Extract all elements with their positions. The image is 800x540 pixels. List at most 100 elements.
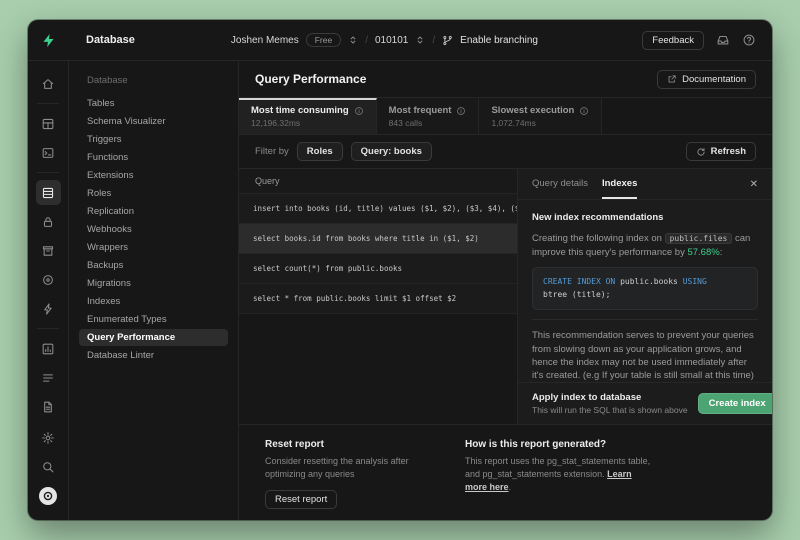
- org-selector-chevron-icon[interactable]: [348, 35, 358, 45]
- refresh-icon: [696, 147, 706, 157]
- sidebar-item-roles[interactable]: Roles: [79, 185, 228, 202]
- storage-icon[interactable]: [36, 238, 61, 263]
- sidebar-item-database-linter[interactable]: Database Linter: [79, 347, 228, 364]
- sidebar-item-wrappers[interactable]: Wrappers: [79, 239, 228, 256]
- rail-divider: [37, 103, 59, 104]
- filter-bar: Filter by Roles Query: books Refresh: [239, 135, 772, 169]
- profile-icon[interactable]: [36, 483, 61, 508]
- topbar-actions: Feedback: [642, 30, 772, 50]
- documentation-button[interactable]: Documentation: [657, 69, 756, 89]
- details-panel-body: New index recommendations Creating the f…: [518, 200, 772, 382]
- details-panel: Query details Indexes ✕ New index recommen…: [517, 169, 772, 424]
- realtime-icon[interactable]: [36, 296, 61, 321]
- feedback-button[interactable]: Feedback: [642, 30, 704, 50]
- app-title: Database: [86, 34, 135, 46]
- reports-icon[interactable]: [36, 336, 61, 361]
- sidebar-item-triggers[interactable]: Triggers: [79, 131, 228, 148]
- tab-label: Slowest execution: [491, 105, 575, 116]
- database-icon[interactable]: [35, 180, 61, 205]
- apply-index-text: Apply index to database This will run th…: [532, 392, 688, 415]
- query-row[interactable]: select books.id from books where title i…: [239, 224, 517, 254]
- settings-icon[interactable]: [36, 425, 61, 450]
- sidebar-item-extensions[interactable]: Extensions: [79, 167, 228, 184]
- help-icon[interactable]: [742, 33, 756, 47]
- sidebar-item-migrations[interactable]: Migrations: [79, 275, 228, 292]
- create-index-button[interactable]: Create index: [697, 393, 772, 414]
- inbox-icon[interactable]: [716, 33, 730, 47]
- performance-percent: 57.68%: [687, 246, 720, 258]
- report-footer: Reset report Consider resetting the anal…: [239, 425, 772, 520]
- query-rows: insert into books (id, title) values ($1…: [239, 194, 517, 314]
- close-panel-icon[interactable]: ✕: [750, 179, 758, 190]
- apply-index-subtitle: This will run the SQL that is shown abov…: [532, 405, 688, 415]
- info-icon: [354, 106, 364, 116]
- sidebar-item-replication[interactable]: Replication: [79, 203, 228, 220]
- table-name-chip: public.files: [664, 233, 733, 245]
- recommendation-title: New index recommendations: [532, 212, 664, 223]
- apply-index-footer: Apply index to database This will run th…: [518, 382, 772, 424]
- info-icon: [456, 106, 466, 116]
- edge-functions-icon[interactable]: [36, 267, 61, 292]
- sidebar-item-backups[interactable]: Backups: [79, 257, 228, 274]
- sidebar-item-indexes[interactable]: Indexes: [79, 293, 228, 310]
- reset-report-button[interactable]: Reset report: [265, 490, 338, 510]
- icon-rail-bottom: [36, 423, 61, 510]
- sidebar-item-enumerated-types[interactable]: Enumerated Types: [79, 311, 228, 328]
- search-icon[interactable]: [36, 454, 61, 479]
- window-body: Database Tables Schema Visualizer Triggers…: [28, 61, 772, 520]
- apply-index-title: Apply index to database: [532, 392, 642, 403]
- tab-slowest-execution[interactable]: Slowest execution 1,072.74ms: [479, 98, 603, 134]
- project-name[interactable]: 010101: [375, 35, 408, 46]
- tab-metric: 1,072.74ms: [491, 118, 536, 128]
- report-info-title: How is this report generated?: [465, 439, 607, 450]
- query-row[interactable]: select * from public.books limit $1 offs…: [239, 284, 517, 314]
- panel-divider: [532, 319, 758, 321]
- query-table-empty-space: [239, 314, 517, 424]
- info-icon: [579, 106, 589, 116]
- report-info-section: How is this report generated? This repor…: [465, 439, 655, 520]
- panel-tab-indexes[interactable]: Indexes: [601, 169, 638, 199]
- query-row[interactable]: insert into books (id, title) values ($1…: [239, 194, 517, 224]
- report-info-description: This report uses the pg_stat_statements …: [465, 455, 655, 494]
- reset-report-title: Reset report: [265, 439, 324, 450]
- roles-filter-button[interactable]: Roles: [296, 142, 343, 161]
- rail-divider: [37, 328, 59, 329]
- table-editor-icon[interactable]: [36, 111, 61, 136]
- plan-badge: Free: [305, 33, 342, 47]
- report-info-suffix: .: [508, 482, 512, 493]
- logs-icon[interactable]: [36, 365, 61, 390]
- report-tabs: Most time consuming 12,196.32ms Most frequ…: [239, 98, 772, 135]
- reset-report-description: Consider resetting the analysis after op…: [265, 456, 409, 480]
- panel-tab-query-details[interactable]: Query details: [532, 169, 588, 199]
- rail-divider: [37, 172, 59, 173]
- tab-metric: 12,196.32ms: [251, 118, 301, 128]
- recommendation-text-pre: Creating the following index on: [532, 233, 662, 245]
- org-name[interactable]: Joshen Memes: [231, 35, 299, 46]
- recommendation-text: Creating the following index on public.f…: [532, 232, 758, 259]
- tab-most-time-consuming[interactable]: Most time consuming 12,196.32ms: [239, 98, 377, 134]
- sidebar-heading: Database: [87, 75, 128, 86]
- auth-icon[interactable]: [36, 209, 61, 234]
- query-filter-button[interactable]: Query: books: [350, 142, 432, 161]
- details-panel-tabs: Query details Indexes ✕: [518, 169, 772, 200]
- api-docs-icon[interactable]: [36, 394, 61, 419]
- home-icon[interactable]: [36, 71, 61, 96]
- sql-editor-icon[interactable]: [36, 140, 61, 165]
- sidebar-item-schema-visualizer[interactable]: Schema Visualizer: [79, 113, 228, 130]
- tab-label: Most frequent: [388, 105, 452, 116]
- supabase-logo[interactable]: [28, 33, 68, 48]
- refresh-button[interactable]: Refresh: [685, 142, 756, 161]
- sidebar-item-functions[interactable]: Functions: [79, 149, 228, 166]
- sidebar-item-webhooks[interactable]: Webhooks: [79, 221, 228, 238]
- sidebar-item-tables[interactable]: Tables: [79, 95, 228, 112]
- project-selector-chevron-icon[interactable]: [415, 35, 425, 45]
- external-link-icon: [667, 74, 677, 84]
- main-content: Query Performance Documentation Most tim…: [239, 61, 772, 520]
- create-index-sql: CREATE INDEX ON public.books USING btree …: [532, 266, 758, 311]
- tab-most-frequent[interactable]: Most frequent 843 calls: [376, 98, 480, 134]
- enable-branching-button[interactable]: Enable branching: [460, 35, 538, 46]
- sidebar-item-query-performance[interactable]: Query Performance: [79, 329, 228, 346]
- breadcrumb: Joshen Memes Free / 010101 / Enable bran…: [231, 33, 538, 47]
- query-table: Query insert into books (id, title) valu…: [239, 169, 517, 424]
- query-row[interactable]: select count(*) from public.books: [239, 254, 517, 284]
